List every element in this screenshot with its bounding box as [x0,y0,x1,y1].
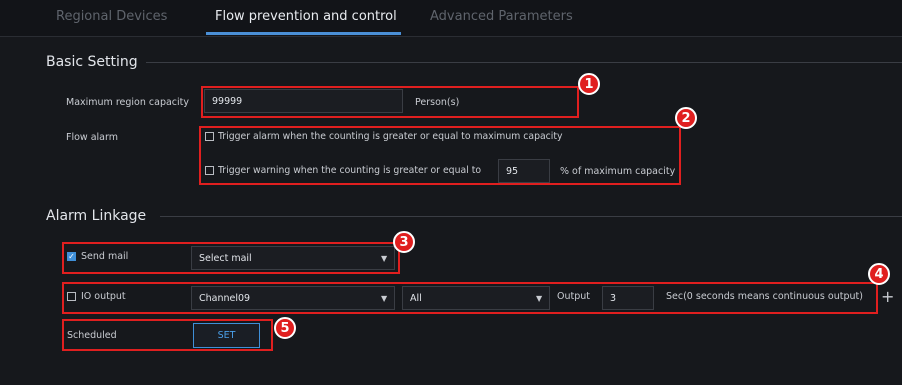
tab-advanced-parameters[interactable]: Advanced Parameters [430,9,573,24]
capacity-label: Maximum region capacity [66,97,189,108]
callout-box-1 [201,86,579,118]
tab-regional-devices[interactable]: Regional Devices [56,9,167,24]
callout-box-2 [199,126,681,185]
active-tab-indicator [206,32,401,35]
callout-box-3 [62,242,400,274]
tab-flow-prevention[interactable]: Flow prevention and control [215,9,397,24]
callout-box-4 [62,282,878,314]
callout-badge-3: 3 [393,231,415,253]
callout-badge-4: 4 [868,263,890,285]
basic-setting-title: Basic Setting [46,54,138,70]
callout-badge-5: 5 [274,317,296,339]
callout-badge-2: 2 [675,107,697,129]
basic-setting-divider [146,62,902,63]
alarm-linkage-title: Alarm Linkage [46,208,147,224]
alarm-linkage-divider [160,216,902,217]
flow-alarm-label: Flow alarm [66,132,118,143]
callout-box-5 [62,319,273,351]
callout-badge-1: 1 [578,73,600,95]
add-icon[interactable]: + [881,287,894,306]
